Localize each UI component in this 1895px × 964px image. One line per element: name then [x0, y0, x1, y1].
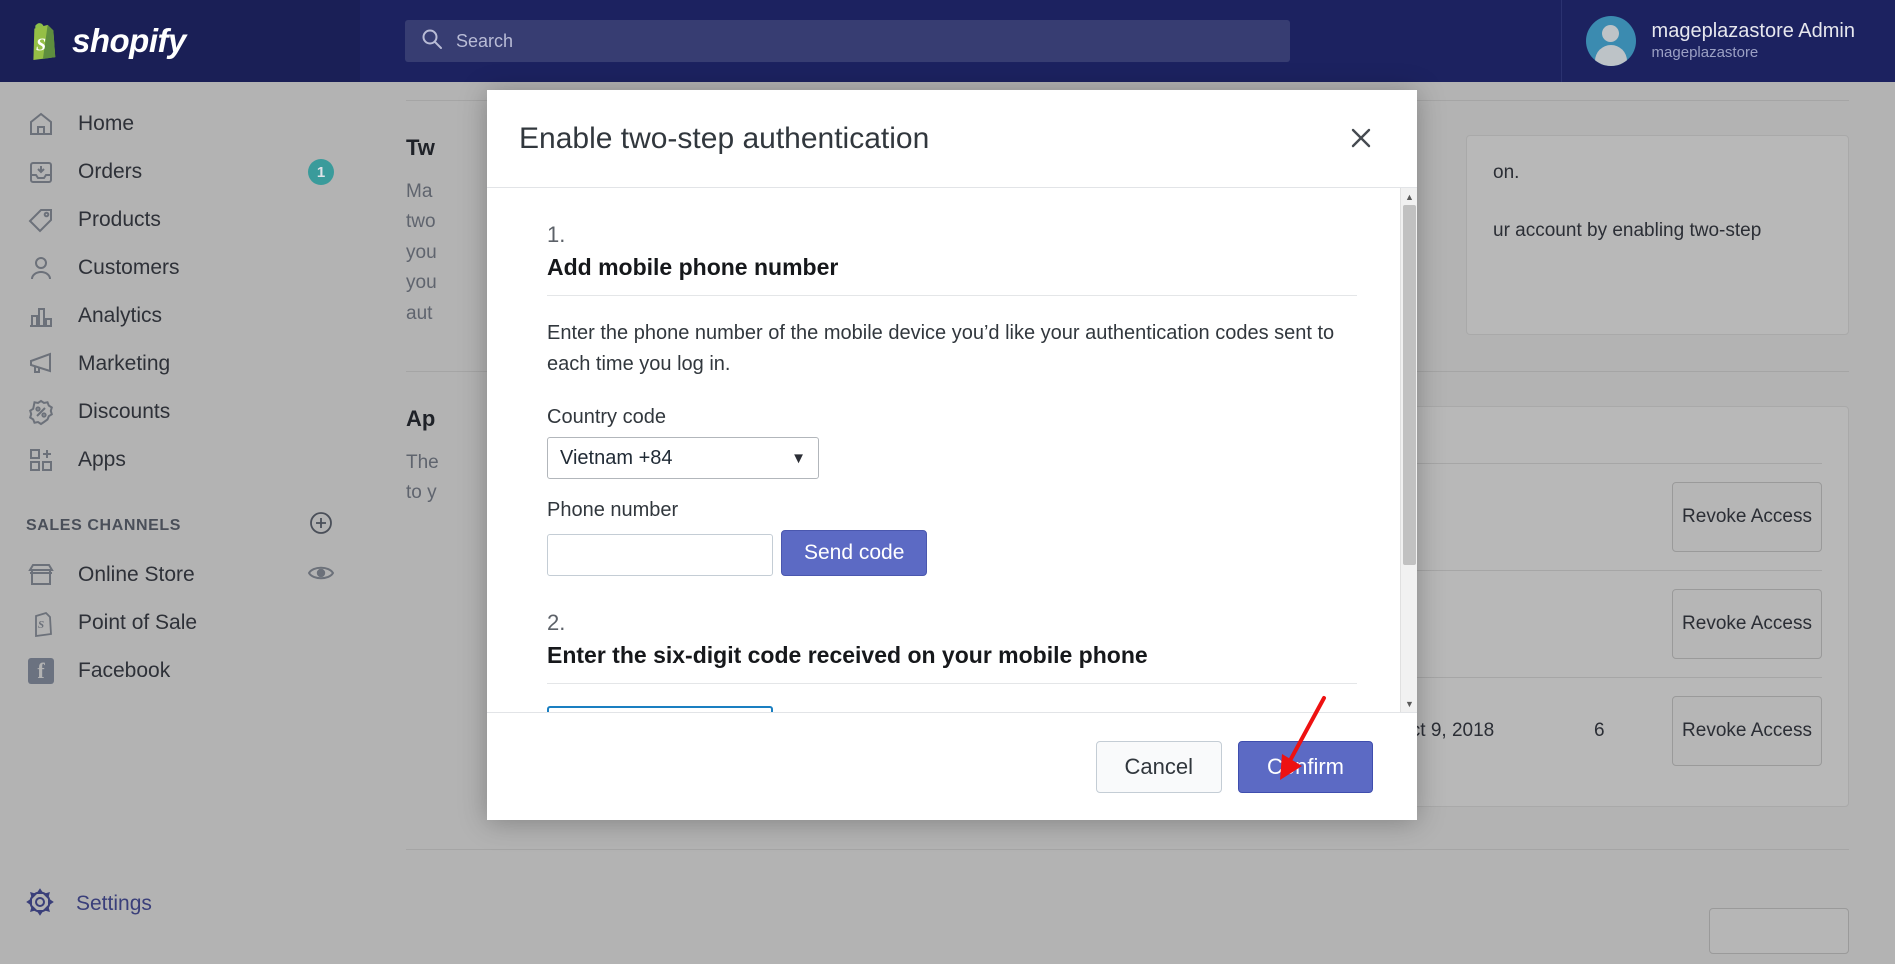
auth-number: 6	[1594, 720, 1605, 741]
scroll-down-arrow-icon[interactable]: ▼	[1401, 695, 1417, 712]
phone-number-input[interactable]	[547, 534, 773, 576]
six-digit-code-input[interactable]	[547, 706, 773, 712]
sidebar-item-point-of-sale[interactable]: S Point of Sale	[0, 599, 360, 647]
apps-grid-plus-icon	[26, 445, 56, 475]
revoke-access-button[interactable]: Revoke Access	[1672, 482, 1822, 552]
avatar-icon	[1585, 16, 1636, 66]
revoke-access-button[interactable]: Revoke Access	[1672, 696, 1822, 766]
search-placeholder-text: Search	[456, 30, 514, 51]
plus-circle-icon[interactable]	[308, 510, 334, 541]
step-1-number: 1.	[547, 222, 566, 247]
sidebar-item-label: Online Store	[78, 563, 195, 586]
user-name: mageplazastore Admin	[1651, 20, 1855, 43]
sidebar-item-marketing[interactable]: Marketing	[0, 340, 360, 388]
gear-icon	[26, 887, 54, 921]
country-code-label: Country code	[547, 406, 666, 428]
sidebar-item-label: Settings	[76, 892, 152, 915]
search-input[interactable]: Search	[405, 20, 1290, 62]
svg-text:S: S	[38, 619, 44, 631]
sidebar-item-label: Customers	[78, 256, 180, 279]
step-1-description: Enter the phone number of the mobile dev…	[547, 322, 1335, 375]
home-icon	[26, 109, 56, 139]
shopify-bag-icon: S	[22, 20, 60, 62]
search-icon	[421, 28, 443, 55]
user-menu[interactable]: mageplazastore Admin mageplazastore	[1560, 0, 1895, 82]
sidebar-item-label: Discounts	[78, 400, 171, 423]
divider	[406, 849, 1849, 850]
country-code-select[interactable]: Vietnam +84 ▼	[547, 437, 819, 479]
top-bar: S shopify Search mageplazastore Admin ma…	[0, 0, 1895, 82]
search-area: Search	[360, 20, 1561, 62]
sidebar-item-label: Analytics	[78, 304, 163, 327]
sidebar-item-online-store[interactable]: Online Store	[0, 551, 360, 599]
sidebar-item-label: Facebook	[78, 659, 171, 682]
step-1-heading: Add mobile phone number	[547, 254, 1357, 296]
country-code-value: Vietnam +84	[560, 446, 673, 469]
bar-chart-icon	[26, 301, 56, 331]
svg-text:S: S	[36, 35, 46, 55]
user-store-name: mageplazastore	[1651, 44, 1759, 62]
shopify-admin-screen: S shopify Search mageplazastore Admin ma…	[0, 0, 1895, 964]
modal-footer: Cancel Confirm	[487, 712, 1417, 820]
sidebar-item-label: Apps	[78, 448, 126, 471]
sidebar-item-label: Home	[78, 112, 135, 135]
sales-channels-header: SALES CHANNELS	[0, 484, 360, 551]
sidebar-item-customers[interactable]: Customers	[0, 244, 360, 292]
send-code-button[interactable]: Send code	[781, 530, 928, 576]
megaphone-icon	[26, 349, 56, 379]
two-step-card-heading: on.	[1493, 162, 1520, 183]
person-icon	[26, 253, 56, 283]
sidebar-item-label: Orders	[78, 160, 143, 183]
modal-body: 1. Add mobile phone number Enter the pho…	[487, 188, 1417, 712]
modal-header: Enable two-step authentication	[487, 90, 1417, 188]
sales-channels-title: SALES CHANNELS	[26, 516, 182, 534]
confirm-button[interactable]: Confirm	[1237, 740, 1373, 793]
scrollbar-thumb[interactable]	[1403, 205, 1416, 565]
enable-two-step-modal: Enable two-step authentication 1. Add mo…	[487, 90, 1417, 820]
sidebar-item-settings[interactable]: Settings	[0, 880, 360, 928]
modal-scrollbar[interactable]: ▲ ▼	[1400, 188, 1417, 712]
sidebar-item-facebook[interactable]: f Facebook	[0, 647, 360, 695]
shopify-bag-icon: S	[26, 608, 56, 638]
sidebar-item-label: Point of Sale	[78, 611, 198, 634]
two-step-card-body: ur account by enabling two-step	[1493, 220, 1762, 242]
sidebar-item-analytics[interactable]: Analytics	[0, 292, 360, 340]
sidebar-item-orders[interactable]: Orders 1	[0, 148, 360, 196]
brand-logo[interactable]: S shopify	[0, 0, 360, 82]
two-step-card: on. ur account by enabling two-step	[1466, 135, 1849, 335]
cancel-button[interactable]: Cancel	[1095, 740, 1222, 793]
facebook-icon: f	[26, 656, 56, 686]
step-2-number: 2.	[547, 610, 566, 635]
phone-number-row: Send code	[547, 530, 1357, 576]
phone-number-label: Phone number	[547, 499, 679, 521]
sidebar: Home Orders 1 Products Customers Analyti…	[0, 82, 360, 964]
user-info: mageplazastore Admin mageplazastore	[1652, 19, 1855, 63]
modal-title: Enable two-step authentication	[519, 121, 930, 155]
eye-icon[interactable]	[307, 564, 335, 587]
brand-name: shopify	[72, 22, 186, 59]
storefront-icon	[26, 560, 56, 590]
orders-inbox-icon	[26, 157, 56, 187]
scroll-up-arrow-icon[interactable]: ▲	[1401, 188, 1417, 205]
chevron-down-icon: ▼	[791, 449, 806, 467]
sidebar-item-apps[interactable]: Apps	[0, 436, 360, 484]
sidebar-item-label: Products	[78, 208, 161, 231]
sidebar-item-products[interactable]: Products	[0, 196, 360, 244]
page-footer-button[interactable]	[1709, 908, 1849, 954]
orders-badge: 1	[308, 159, 334, 185]
auth-date: Oct 9, 2018	[1396, 720, 1495, 741]
revoke-access-button[interactable]: Revoke Access	[1672, 589, 1822, 659]
sidebar-item-discounts[interactable]: Discounts	[0, 388, 360, 436]
step-2-heading: Enter the six-digit code received on you…	[547, 642, 1357, 684]
sidebar-item-home[interactable]: Home	[0, 100, 360, 148]
close-icon[interactable]	[1341, 118, 1381, 158]
tag-icon	[26, 205, 56, 235]
percent-badge-icon	[26, 397, 56, 427]
sidebar-item-label: Marketing	[78, 352, 171, 375]
